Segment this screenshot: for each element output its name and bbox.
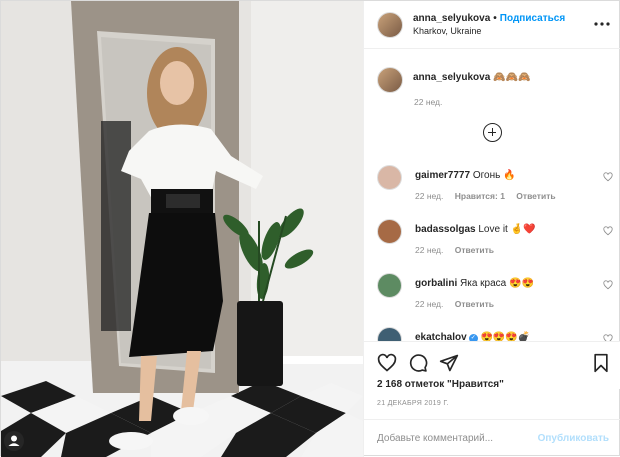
comment-text: Яка краса 😍😍 bbox=[460, 278, 534, 289]
comment-time[interactable]: 22 нед. bbox=[415, 299, 443, 309]
comment-username[interactable]: gorbalini bbox=[415, 278, 457, 289]
add-comment-bar: Опубликовать bbox=[364, 419, 620, 457]
caption-text: 🙈🙈🙈 bbox=[493, 72, 531, 83]
comment-text: Love it 🤞❤️ bbox=[478, 224, 536, 235]
comment-item: gorbalini Яка краса 😍😍 22 нед. Ответить bbox=[377, 273, 615, 317]
share-icon[interactable] bbox=[439, 353, 459, 376]
post-window: anna_selyukova • Подписаться Kharkov, Ukra… bbox=[0, 0, 620, 457]
likes-count[interactable]: 2 168 отметок "Нравится" bbox=[377, 379, 504, 390]
comment-item: badassolgas Love it 🤞❤️ 22 нед. Ответить bbox=[377, 219, 615, 263]
comment-text: Огонь 🔥 bbox=[472, 170, 516, 181]
comment-heart-icon[interactable] bbox=[603, 280, 613, 293]
post-caption: anna_selyukova 🙈🙈🙈 bbox=[377, 67, 530, 93]
follow-button[interactable]: Подписаться bbox=[500, 13, 565, 24]
reply-button[interactable]: Ответить bbox=[455, 245, 494, 255]
load-more-comments-icon[interactable] bbox=[483, 123, 502, 142]
author-username[interactable]: anna_selyukova bbox=[413, 13, 490, 24]
comment-username[interactable]: gaimer7777 bbox=[415, 170, 470, 181]
comment-likes[interactable]: Нравится: 1 bbox=[455, 191, 505, 201]
comment-time[interactable]: 22 нед. bbox=[415, 245, 443, 255]
comment-avatar[interactable] bbox=[377, 165, 402, 190]
publish-button[interactable]: Опубликовать bbox=[538, 433, 609, 444]
caption-time[interactable]: 22 нед. bbox=[414, 97, 442, 107]
comment-time[interactable]: 22 нед. bbox=[415, 191, 443, 201]
comment-input[interactable] bbox=[377, 433, 538, 444]
heart-icon[interactable] bbox=[377, 353, 397, 376]
comment-avatar[interactable] bbox=[377, 273, 402, 298]
comment-username[interactable]: badassolgas bbox=[415, 224, 476, 235]
author-avatar[interactable] bbox=[377, 11, 403, 38]
post-header: anna_selyukova • Подписаться Kharkov, Ukra… bbox=[364, 1, 620, 49]
caption-avatar[interactable] bbox=[377, 67, 403, 93]
post-details-panel: anna_selyukova • Подписаться Kharkov, Ukra… bbox=[363, 1, 620, 457]
post-date[interactable]: 21 ДЕКАБРЯ 2019 Г. bbox=[377, 400, 449, 407]
post-photo[interactable] bbox=[1, 1, 363, 457]
reply-button[interactable]: Ответить bbox=[516, 191, 555, 201]
comment-icon[interactable] bbox=[408, 353, 428, 376]
comment-avatar[interactable] bbox=[377, 219, 402, 244]
comment-heart-icon[interactable] bbox=[603, 226, 613, 239]
reply-button[interactable]: Ответить bbox=[455, 299, 494, 309]
more-horizontal-icon[interactable] bbox=[594, 13, 610, 29]
post-location[interactable]: Kharkov, Ukraine bbox=[413, 25, 565, 38]
tagged-user-icon[interactable] bbox=[4, 431, 24, 451]
caption-username[interactable]: anna_selyukova bbox=[413, 72, 490, 83]
comment-heart-icon[interactable] bbox=[603, 172, 613, 185]
comment-item: gaimer7777 Огонь 🔥 22 нед. Нравится: 1 О… bbox=[377, 165, 615, 209]
bookmark-icon[interactable] bbox=[592, 353, 610, 376]
separator-dot: • bbox=[493, 12, 497, 24]
